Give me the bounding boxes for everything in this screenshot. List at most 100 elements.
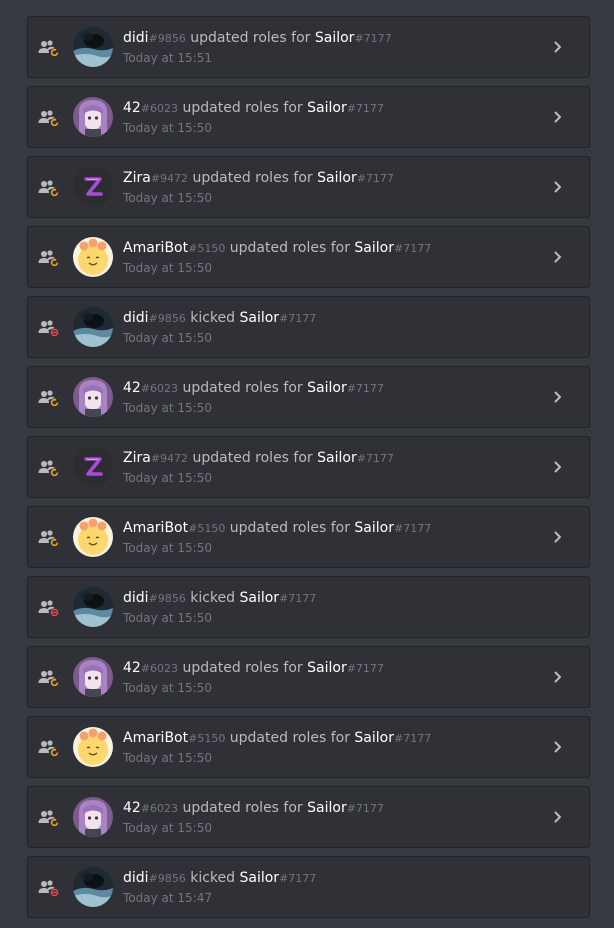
target-name[interactable]: Sailor [317, 170, 357, 186]
chevron-right-icon[interactable] [553, 109, 563, 125]
action-text: updated roles for [229, 730, 350, 746]
entry-summary: 42#6023 updated roles for Sailor#7177 [123, 99, 384, 118]
avatar-zira[interactable] [73, 447, 113, 487]
target-discriminator: #7177 [346, 802, 384, 815]
avatar-42[interactable] [73, 797, 113, 837]
actor-discriminator: #9856 [148, 312, 186, 325]
actor-name[interactable]: AmariBot [123, 240, 188, 256]
member-update-icon [38, 178, 60, 198]
actor-discriminator: #5150 [188, 242, 226, 255]
audit-log-entry[interactable]: didi#9856 kicked Sailor#7177 Today at 15… [27, 576, 590, 638]
action-text: updated roles for [182, 660, 303, 676]
member-kick-icon [38, 878, 60, 898]
action-text: kicked [190, 310, 236, 326]
target-discriminator: #7177 [394, 522, 432, 535]
target-name[interactable]: Sailor [307, 100, 347, 116]
avatar-42[interactable] [73, 657, 113, 697]
member-update-icon [38, 738, 60, 758]
target-name[interactable]: Sailor [315, 30, 355, 46]
target-name[interactable]: Sailor [307, 800, 347, 816]
member-update-icon [38, 38, 60, 58]
avatar-amari[interactable] [73, 517, 113, 557]
entry-summary: Zira#9472 updated roles for Sailor#7177 [123, 449, 394, 468]
avatar-amari[interactable] [73, 237, 113, 277]
actor-discriminator: #6023 [140, 102, 179, 115]
avatar-amari[interactable] [73, 727, 113, 767]
avatar-42[interactable] [73, 377, 113, 417]
audit-log-entry[interactable]: 42#6023 updated roles for Sailor#7177 To… [27, 86, 590, 148]
actor-name[interactable]: AmariBot [123, 730, 188, 746]
audit-log-entry[interactable]: 42#6023 updated roles for Sailor#7177 To… [27, 646, 590, 708]
entry-timestamp: Today at 15:50 [123, 261, 212, 275]
chevron-right-icon[interactable] [553, 179, 563, 195]
target-discriminator: #7177 [356, 172, 394, 185]
target-name[interactable]: Sailor [317, 450, 357, 466]
actor-name[interactable]: 42 [123, 660, 141, 676]
chevron-right-icon[interactable] [553, 529, 563, 545]
audit-log-entry[interactable]: AmariBot#5150 updated roles for Sailor#7… [27, 716, 590, 778]
actor-name[interactable]: 42 [123, 800, 141, 816]
actor-name[interactable]: Zira [123, 450, 151, 466]
entry-summary: 42#6023 updated roles for Sailor#7177 [123, 379, 384, 398]
audit-log-entry[interactable]: Zira#9472 updated roles for Sailor#7177 … [27, 156, 590, 218]
entry-summary: didi#9856 kicked Sailor#7177 [123, 589, 316, 608]
chevron-right-icon[interactable] [553, 389, 563, 405]
audit-log-entry[interactable]: didi#9856 kicked Sailor#7177 Today at 15… [27, 856, 590, 918]
audit-log-entry[interactable]: didi#9856 updated roles for Sailor#7177 … [27, 16, 590, 78]
target-discriminator: #7177 [346, 102, 384, 115]
actor-name[interactable]: Zira [123, 170, 151, 186]
chevron-right-icon[interactable] [553, 39, 563, 55]
member-kick-icon [38, 318, 60, 338]
entry-summary: didi#9856 kicked Sailor#7177 [123, 869, 316, 888]
chevron-right-icon[interactable] [553, 459, 563, 475]
avatar-didi[interactable] [73, 867, 113, 907]
target-name[interactable]: Sailor [240, 310, 280, 326]
entry-timestamp: Today at 15:50 [123, 751, 212, 765]
avatar-42[interactable] [73, 97, 113, 137]
chevron-right-icon[interactable] [553, 809, 563, 825]
target-name[interactable]: Sailor [240, 870, 280, 886]
actor-name[interactable]: AmariBot [123, 520, 188, 536]
avatar-didi[interactable] [73, 587, 113, 627]
target-name[interactable]: Sailor [240, 590, 280, 606]
audit-log-entry[interactable]: AmariBot#5150 updated roles for Sailor#7… [27, 506, 590, 568]
action-text: updated roles for [192, 170, 313, 186]
actor-name[interactable]: didi [123, 30, 149, 46]
audit-log-entry[interactable]: 42#6023 updated roles for Sailor#7177 To… [27, 786, 590, 848]
audit-log-entry[interactable]: AmariBot#5150 updated roles for Sailor#7… [27, 226, 590, 288]
action-text: updated roles for [190, 30, 311, 46]
entry-summary: 42#6023 updated roles for Sailor#7177 [123, 659, 384, 678]
target-name[interactable]: Sailor [307, 380, 347, 396]
member-update-icon [38, 388, 60, 408]
entry-summary: Zira#9472 updated roles for Sailor#7177 [123, 169, 394, 188]
action-text: updated roles for [182, 800, 303, 816]
audit-log-entry[interactable]: Zira#9472 updated roles for Sailor#7177 … [27, 436, 590, 498]
action-text: updated roles for [229, 240, 350, 256]
target-name[interactable]: Sailor [307, 660, 347, 676]
avatar-zira[interactable] [73, 167, 113, 207]
audit-log-entry[interactable]: 42#6023 updated roles for Sailor#7177 To… [27, 366, 590, 428]
member-update-icon [38, 668, 60, 688]
actor-name[interactable]: didi [123, 590, 149, 606]
avatar-didi[interactable] [73, 307, 113, 347]
target-name[interactable]: Sailor [354, 240, 394, 256]
target-discriminator: #7177 [279, 312, 317, 325]
chevron-right-icon[interactable] [553, 739, 563, 755]
entry-timestamp: Today at 15:50 [123, 331, 212, 345]
target-discriminator: #7177 [279, 872, 317, 885]
actor-name[interactable]: 42 [123, 380, 141, 396]
target-name[interactable]: Sailor [354, 520, 394, 536]
avatar-didi[interactable] [73, 27, 113, 67]
audit-log-entry[interactable]: didi#9856 kicked Sailor#7177 Today at 15… [27, 296, 590, 358]
target-name[interactable]: Sailor [354, 730, 394, 746]
member-update-icon [38, 528, 60, 548]
actor-name[interactable]: 42 [123, 100, 141, 116]
chevron-right-icon[interactable] [553, 249, 563, 265]
actor-discriminator: #9472 [150, 172, 189, 185]
target-discriminator: #7177 [354, 32, 392, 45]
chevron-right-icon[interactable] [553, 669, 563, 685]
actor-name[interactable]: didi [123, 310, 149, 326]
actor-name[interactable]: didi [123, 870, 149, 886]
entry-summary: didi#9856 kicked Sailor#7177 [123, 309, 316, 328]
member-update-icon [38, 808, 60, 828]
